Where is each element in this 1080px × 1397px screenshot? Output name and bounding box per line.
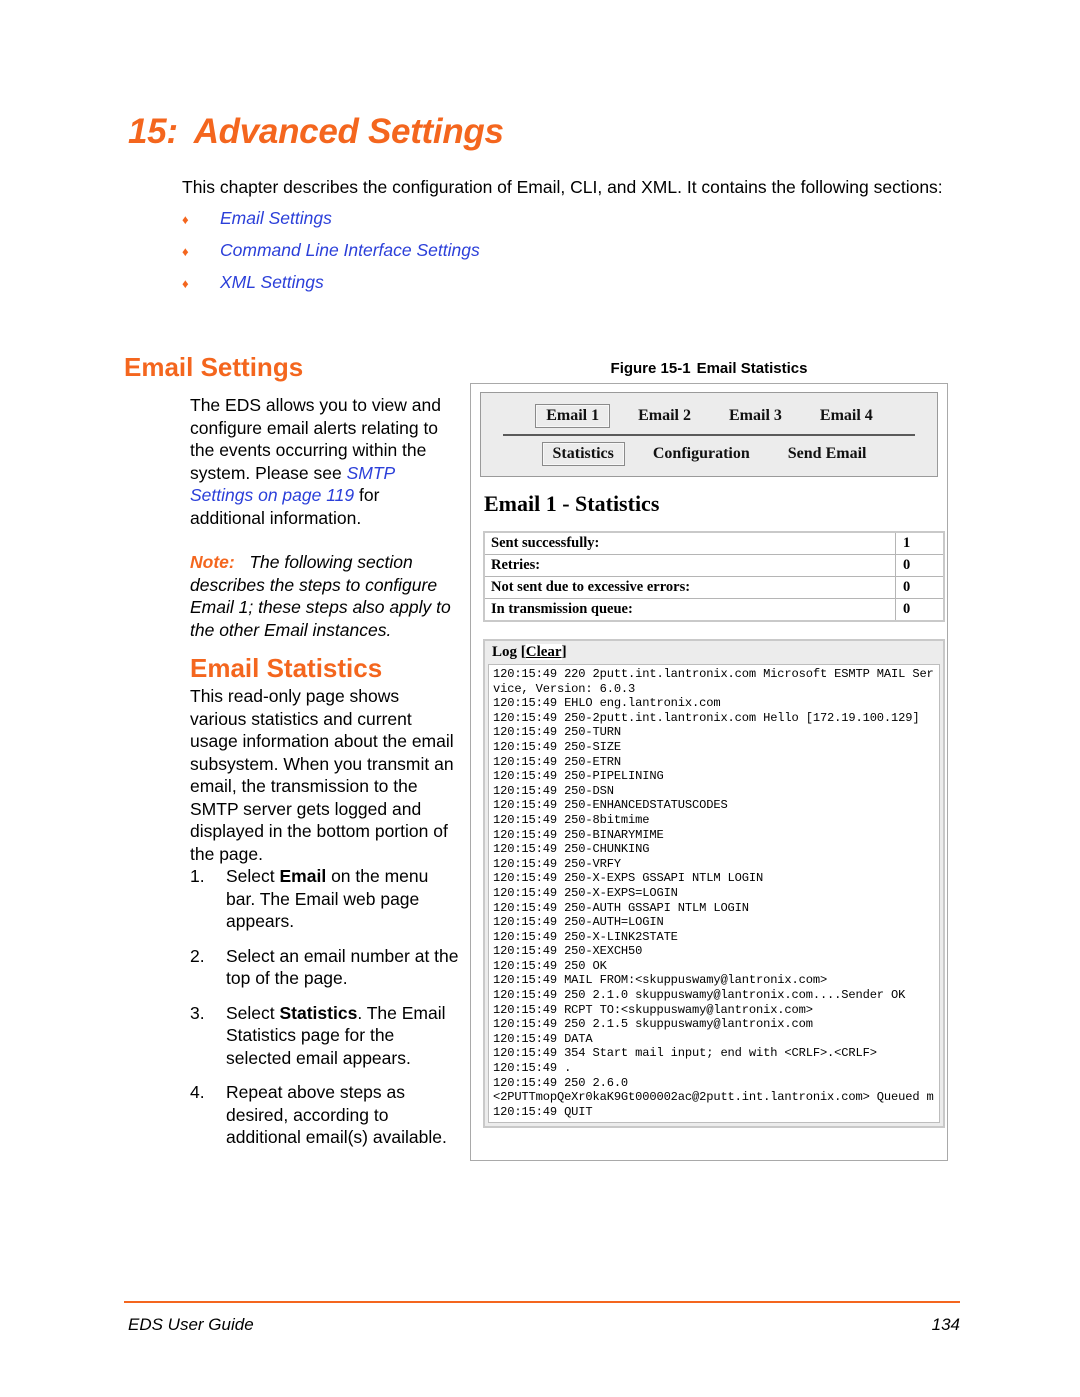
footer-divider xyxy=(124,1301,960,1303)
list-item: 2. Select an email number at the top of … xyxy=(190,945,462,990)
log-panel: Log [Clear] 120:15:49 220 2putt.int.lant… xyxy=(483,639,945,1129)
paragraph-part-1: The EDS allows you to view and configure… xyxy=(190,395,441,483)
section-link-label[interactable]: Command Line Interface Settings xyxy=(220,240,480,261)
diamond-bullet-icon: ♦ xyxy=(182,276,189,291)
step-text: Select Statistics. The Email Statistics … xyxy=(226,1002,462,1070)
tab-send-email[interactable]: Send Email xyxy=(778,443,877,465)
table-row: Retries: 0 xyxy=(483,554,945,577)
figure-title: Email Statistics xyxy=(696,360,808,377)
stat-value: 0 xyxy=(895,554,945,577)
list-item: 4. Repeat above steps as desired, accord… xyxy=(190,1081,462,1149)
footer-page-number: 134 xyxy=(931,1315,960,1334)
web-ui-nav-panel: Email 1 Email 2 Email 3 Email 4 Statisti… xyxy=(480,392,938,477)
tab-statistics[interactable]: Statistics xyxy=(541,442,625,466)
section-link-label[interactable]: XML Settings xyxy=(220,272,324,293)
table-row: Sent successfully: 1 xyxy=(483,531,945,555)
step-number: 3. xyxy=(190,1002,205,1023)
tab-email-4[interactable]: Email 4 xyxy=(810,405,883,427)
stat-label: Retries: xyxy=(483,554,896,577)
stat-label: In transmission queue: xyxy=(483,598,896,622)
log-panel-title: Log [Clear] xyxy=(485,641,943,664)
footer-document-title: EDS User Guide xyxy=(128,1315,254,1334)
table-row: Not sent due to excessive errors: 0 xyxy=(483,576,945,599)
figure-screenshot: Email 1 Email 2 Email 3 Email 4 Statisti… xyxy=(470,383,948,1161)
heading-email-statistics: Email Statistics xyxy=(190,653,383,683)
section-link-label[interactable]: Email Settings xyxy=(220,208,332,229)
chapter-intro-paragraph: This chapter describes the configuration… xyxy=(182,177,943,197)
list-item: 1. Select Email on the menu bar. The Ema… xyxy=(190,865,462,933)
step-text-pre: Repeat above steps as desired, according… xyxy=(226,1082,447,1147)
note-label: Note: xyxy=(190,552,235,572)
section-link-item[interactable]: ♦ Command Line Interface Settings xyxy=(182,240,782,272)
screenshot-page-heading: Email 1 - Statistics xyxy=(484,491,660,516)
list-item: 3. Select Statistics. The Email Statisti… xyxy=(190,1002,462,1070)
chapter-title-text: Advanced Settings xyxy=(193,112,504,151)
tab-email-1[interactable]: Email 1 xyxy=(535,404,611,428)
chapter-number: 15: xyxy=(128,112,178,151)
stat-label: Sent successfully: xyxy=(483,531,896,555)
figure-number: Figure 15-1 xyxy=(610,360,691,377)
figure-caption: Figure 15-1 Email Statistics xyxy=(470,360,948,377)
stat-label: Not sent due to excessive errors: xyxy=(483,576,896,599)
step-text-pre: Select xyxy=(226,866,280,886)
table-row: In transmission queue: 0 xyxy=(483,598,945,622)
step-text: Select an email number at the top of the… xyxy=(226,945,462,990)
note-paragraph: Note: The following section describes th… xyxy=(190,551,454,641)
procedure-step-list: 1. Select Email on the menu bar. The Ema… xyxy=(190,865,462,1161)
section-link-item[interactable]: ♦ Email Settings xyxy=(182,208,782,240)
tab-email-2[interactable]: Email 2 xyxy=(628,405,701,427)
diamond-bullet-icon: ♦ xyxy=(182,244,189,259)
section-link-list: ♦ Email Settings ♦ Command Line Interfac… xyxy=(182,208,782,304)
step-number: 4. xyxy=(190,1082,205,1102)
step-text: Select Email on the menu bar. The Email … xyxy=(226,865,462,933)
diamond-bullet-icon: ♦ xyxy=(182,212,189,227)
note-text xyxy=(235,552,250,572)
email-settings-paragraph: The EDS allows you to view and configure… xyxy=(190,394,454,529)
stat-value: 0 xyxy=(895,576,945,599)
step-number: 1. xyxy=(190,866,205,886)
stat-value: 0 xyxy=(895,598,945,622)
statistics-table: Sent successfully: 1 Retries: 0 Not sent… xyxy=(483,531,945,622)
log-output-text: 120:15:49 220 2putt.int.lantronix.com Mi… xyxy=(488,664,940,1124)
step-text-pre: Select an email number at the top of the… xyxy=(226,945,459,989)
step-text-bold: Email xyxy=(279,866,327,886)
step-number: 2. xyxy=(190,945,205,966)
tab-email-3[interactable]: Email 3 xyxy=(719,405,792,427)
page-title: 15: Advanced Settings xyxy=(128,112,504,152)
log-label: Log [ xyxy=(492,644,526,660)
email-settings-body: The EDS allows you to view and configure… xyxy=(190,394,454,641)
section-link-item[interactable]: ♦ XML Settings xyxy=(182,272,782,304)
email-statistics-description: This read-only page shows various statis… xyxy=(190,686,454,864)
step-text-bold: Statistics xyxy=(279,1002,358,1023)
tab-configuration[interactable]: Configuration xyxy=(643,443,760,465)
heading-email-settings: Email Settings xyxy=(124,352,304,382)
step-text-pre: Select xyxy=(226,1002,280,1023)
clear-log-link[interactable]: Clear xyxy=(525,644,562,660)
log-label-end: ] xyxy=(561,644,567,660)
stat-value: 1 xyxy=(895,531,945,555)
email-section-tabs: Statistics Configuration Send Email xyxy=(481,439,937,467)
step-text: Repeat above steps as desired, according… xyxy=(226,1081,462,1149)
nav-divider xyxy=(503,434,915,436)
email-instance-tabs: Email 1 Email 2 Email 3 Email 4 xyxy=(481,400,937,430)
